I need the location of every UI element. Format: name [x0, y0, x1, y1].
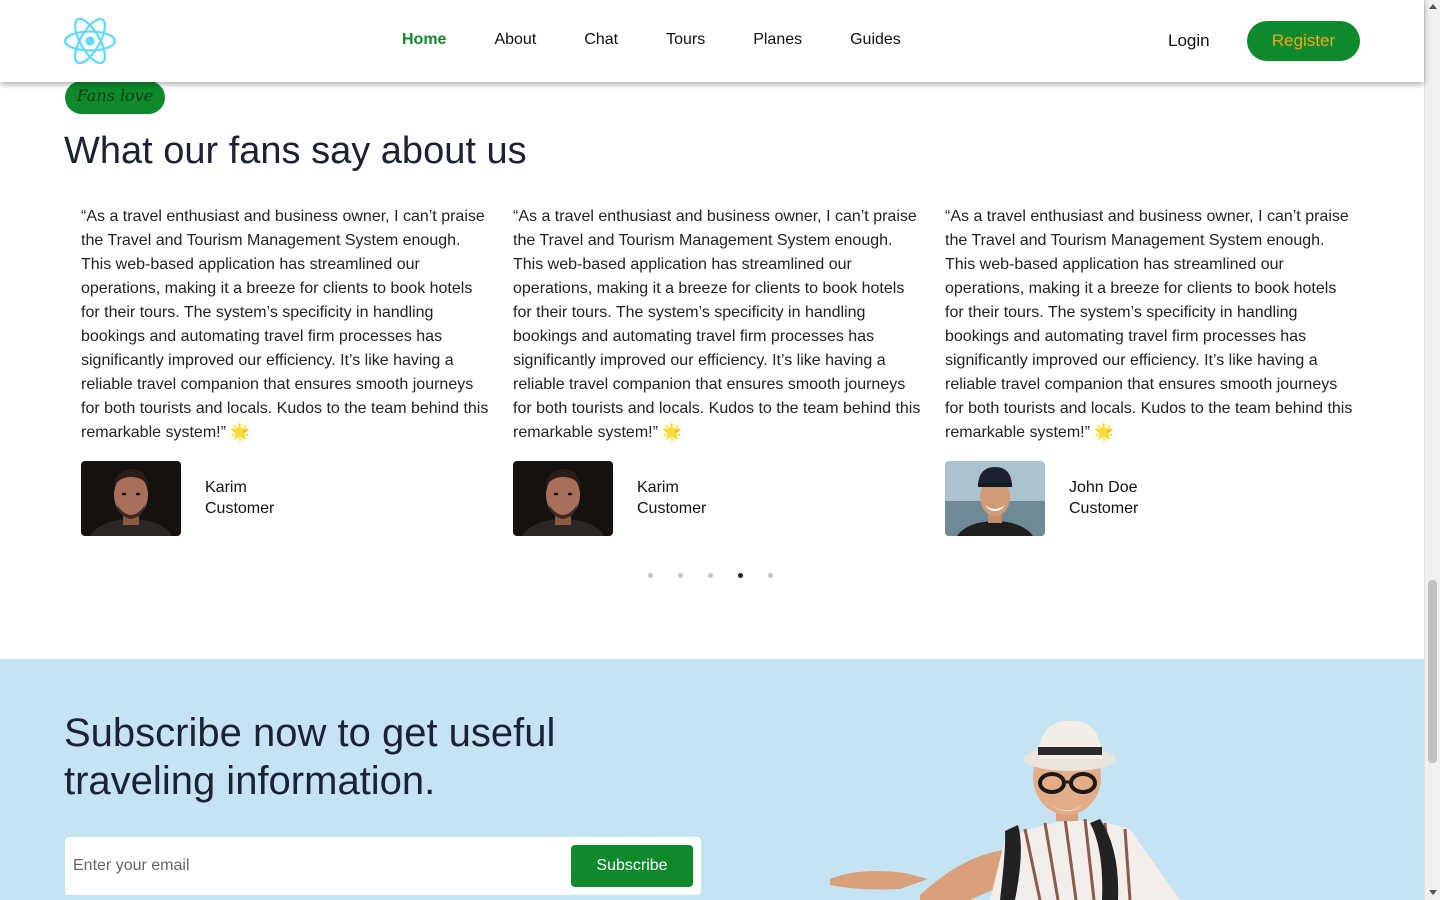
author-role: Customer	[1069, 500, 1139, 517]
avatar	[945, 461, 1045, 536]
testimonial-quote: “As a travel enthusiast and business own…	[81, 208, 489, 441]
testimonial-card: “As a travel enthusiast and business own…	[945, 205, 1355, 537]
author-name: Karim	[637, 479, 679, 496]
scroll-up-arrow-icon[interactable]	[1429, 4, 1437, 9]
nav-home-link[interactable]: Home	[402, 30, 446, 50]
nav-guides-link[interactable]: Guides	[850, 30, 901, 50]
author-name: Karim	[205, 479, 247, 496]
author-role: Customer	[637, 500, 707, 517]
carousel-dot[interactable]	[708, 573, 713, 578]
testimonials-title: What our fans say about us	[64, 130, 527, 172]
testimonial-quote: “As a travel enthusiast and business own…	[513, 208, 921, 441]
avatar	[81, 461, 181, 536]
carousel-dot[interactable]	[678, 573, 683, 578]
nav-chat-link[interactable]: Chat	[584, 30, 618, 50]
carousel-dot-active[interactable]	[738, 573, 743, 578]
login-link[interactable]: Login	[1168, 30, 1210, 52]
site-header: Home About Chat Tours Planes Guides Logi…	[0, 0, 1424, 82]
testimonial-author: Karim Customer	[513, 461, 923, 537]
scrollbar-thumb[interactable]	[1428, 580, 1437, 763]
fans-love-badge: Fans love	[65, 81, 165, 114]
subscribe-title: Subscribe now to get useful traveling in…	[64, 711, 556, 803]
react-logo-icon[interactable]	[64, 16, 116, 66]
nav-planes-link[interactable]: Planes	[753, 30, 802, 50]
nav-about-link[interactable]: About	[494, 30, 536, 50]
author-role: Customer	[205, 500, 275, 517]
avatar	[513, 461, 613, 536]
testimonial-quote: “As a travel enthusiast and business own…	[945, 208, 1353, 441]
nav-tours-link[interactable]: Tours	[666, 30, 705, 50]
register-button[interactable]: Register	[1247, 21, 1360, 61]
subscribe-form: Subscribe	[65, 837, 701, 895]
email-input[interactable]	[73, 849, 553, 883]
testimonial-author: Karim Customer	[81, 461, 491, 537]
carousel-dots	[648, 573, 798, 578]
carousel-dot[interactable]	[648, 573, 653, 578]
scroll-down-arrow-icon[interactable]	[1429, 890, 1437, 895]
main-nav: Home About Chat Tours Planes Guides	[402, 30, 949, 50]
testimonial-card: “As a travel enthusiast and business own…	[81, 205, 491, 537]
carousel-dot[interactable]	[768, 573, 773, 578]
page-scrollbar[interactable]	[1424, 0, 1440, 900]
traveler-image	[830, 720, 1180, 900]
testimonial-card: “As a travel enthusiast and business own…	[513, 205, 923, 537]
testimonial-author: John Doe Customer	[945, 461, 1355, 537]
subscribe-section: Subscribe now to get useful traveling in…	[0, 659, 1424, 900]
subscribe-button[interactable]: Subscribe	[571, 845, 693, 887]
author-name: John Doe	[1069, 479, 1138, 496]
